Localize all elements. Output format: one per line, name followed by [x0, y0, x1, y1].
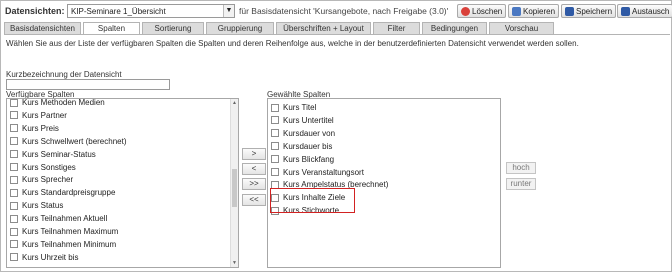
checkbox[interactable] — [271, 168, 279, 176]
checkbox[interactable] — [271, 155, 279, 164]
copy-button-label: Kopieren — [523, 7, 556, 16]
list-item[interactable]: Kurs Untertitel — [271, 115, 334, 126]
datasource-label: Datensichten: — [5, 6, 65, 16]
checkbox[interactable] — [10, 150, 18, 159]
copy-icon — [512, 7, 521, 16]
list-item[interactable]: Kurs Teilnahmen Minimum — [10, 239, 116, 250]
list-item[interactable]: Kurs Sprecher — [10, 174, 73, 185]
list-item-label: Kurs Titel — [283, 103, 317, 112]
header-bar: Datensichten: KIP-Seminare 1_Übersicht ▼… — [5, 4, 672, 20]
short-name-label: Kurzbezeichnung der Datensicht — [6, 70, 122, 79]
datasource-select-value: KIP-Seminare 1_Übersicht — [71, 7, 166, 16]
move-up-button[interactable]: hoch — [506, 162, 536, 174]
list-item-label: Kurs Teilnahmen Minimum — [22, 239, 117, 249]
selected-columns-list[interactable]: Kurs Titel Kurs Untertitel Kursdauer von Ku… — [267, 98, 501, 268]
list-item-label: Kurs Veranstaltungsort — [283, 167, 364, 177]
checkbox[interactable] — [271, 103, 279, 112]
exchange-icon — [621, 7, 630, 16]
list-item-label: Kurs Partner — [22, 110, 67, 120]
list-item-label: Kurs Blickfang — [283, 154, 335, 164]
list-item-label: Kurs Teilnahmen Aktuell — [22, 214, 108, 224]
checkbox[interactable] — [271, 142, 279, 151]
list-item-label: Kursdauer von — [283, 128, 336, 138]
move-left-button[interactable]: < — [242, 163, 266, 175]
highlight-box — [270, 188, 355, 213]
list-item[interactable]: Kursdauer von — [271, 128, 335, 139]
list-item-label: Kurs Preis — [22, 123, 59, 133]
datasource-select[interactable]: KIP-Seminare 1_Übersicht ▼ — [67, 4, 235, 18]
save-button-label: Speichern — [576, 7, 613, 16]
copy-button[interactable]: Kopieren — [508, 4, 560, 18]
basis-info: für Basisdatensicht 'Kursangebote, nach … — [239, 6, 449, 16]
move-all-left-button[interactable]: << — [242, 194, 266, 206]
checkbox[interactable] — [10, 214, 18, 223]
exchange-button-label: Austausch — [632, 7, 670, 16]
list-item[interactable]: Kurs Uhrzeit bis — [10, 252, 78, 263]
instructions-text: Wählen Sie aus der Liste der verfügbaren… — [6, 39, 579, 48]
list-item[interactable]: Kursdauer bis — [271, 141, 332, 152]
list-item[interactable]: Kurs Status — [10, 200, 63, 211]
exchange-button[interactable]: Austausch — [617, 4, 672, 18]
checkbox[interactable] — [10, 111, 18, 120]
list-item[interactable]: Kurs Methoden Medien — [10, 98, 105, 108]
scrollbar[interactable]: ▲ ▼ — [230, 99, 238, 267]
available-columns-list[interactable]: Kurs Methoden Medien Kurs Partner Kurs Pre… — [6, 98, 239, 268]
checkbox[interactable] — [271, 129, 279, 138]
tab-divider — [4, 34, 670, 35]
list-item[interactable]: Kurs Preis — [10, 123, 59, 134]
checkbox[interactable] — [271, 116, 279, 125]
list-item[interactable]: Kurs Veranstaltungsort — [271, 167, 364, 178]
checkbox[interactable] — [10, 253, 18, 262]
list-item[interactable]: Kurs Blickfang — [271, 154, 334, 165]
checkbox[interactable] — [10, 137, 18, 146]
list-item-label: Kurs Untertitel — [283, 115, 334, 125]
scrollbar-thumb[interactable] — [232, 169, 237, 207]
list-item[interactable]: Kurs Titel — [271, 102, 316, 113]
list-item[interactable]: Kurs Partner — [10, 110, 67, 121]
checkbox[interactable] — [10, 188, 18, 197]
move-down-button[interactable]: runter — [506, 178, 536, 190]
window: Datensichten: KIP-Seminare 1_Übersicht ▼… — [0, 0, 672, 272]
list-item[interactable]: Kurs Sonstiges — [10, 162, 76, 173]
chevron-down-icon[interactable]: ▼ — [223, 5, 234, 17]
checkbox[interactable] — [10, 99, 18, 107]
move-right-button[interactable]: > — [242, 148, 266, 160]
list-item-label: Kurs Seminar-Status — [22, 149, 96, 159]
list-item[interactable]: Kurs Schwellwert (berechnet) — [10, 136, 126, 147]
delete-button-label: Löschen — [472, 7, 503, 16]
checkbox[interactable] — [10, 175, 18, 184]
list-item[interactable]: Kurs Teilnahmen Aktuell — [10, 213, 107, 224]
list-item-label: Kurs Methoden Medien — [22, 98, 105, 107]
list-item-label: Kurs Uhrzeit bis — [22, 252, 79, 262]
move-all-right-button[interactable]: >> — [242, 178, 266, 190]
checkbox[interactable] — [10, 201, 18, 210]
save-icon — [565, 7, 574, 16]
save-button[interactable]: Speichern — [561, 4, 617, 18]
short-name-input[interactable] — [6, 79, 170, 90]
list-item[interactable]: Kurs Standardpreisgruppe — [10, 187, 115, 198]
list-item-label: Kurs Teilnahmen Maximum — [22, 227, 119, 236]
list-item-label: Kurs Status — [22, 201, 64, 211]
delete-button[interactable]: Löschen — [457, 4, 507, 18]
list-item-label: Kursdauer bis — [283, 141, 333, 151]
list-item[interactable]: Kurs Seminar-Status — [10, 149, 96, 160]
checkbox[interactable] — [10, 240, 18, 249]
checkbox[interactable] — [10, 124, 18, 133]
list-item-label: Kurs Sprecher — [22, 175, 74, 185]
checkbox[interactable] — [10, 163, 18, 171]
list-item[interactable]: Kurs Teilnahmen Maximum — [10, 226, 118, 237]
delete-icon — [461, 7, 470, 16]
list-item-label: Kurs Sonstiges — [22, 162, 76, 172]
list-item-label: Kurs Schwellwert (berechnet) — [22, 136, 127, 146]
scroll-up-icon[interactable]: ▲ — [231, 99, 238, 107]
list-item-label: Kurs Standardpreisgruppe — [22, 188, 116, 198]
checkbox[interactable] — [10, 227, 18, 236]
scroll-down-icon[interactable]: ▼ — [231, 259, 238, 267]
